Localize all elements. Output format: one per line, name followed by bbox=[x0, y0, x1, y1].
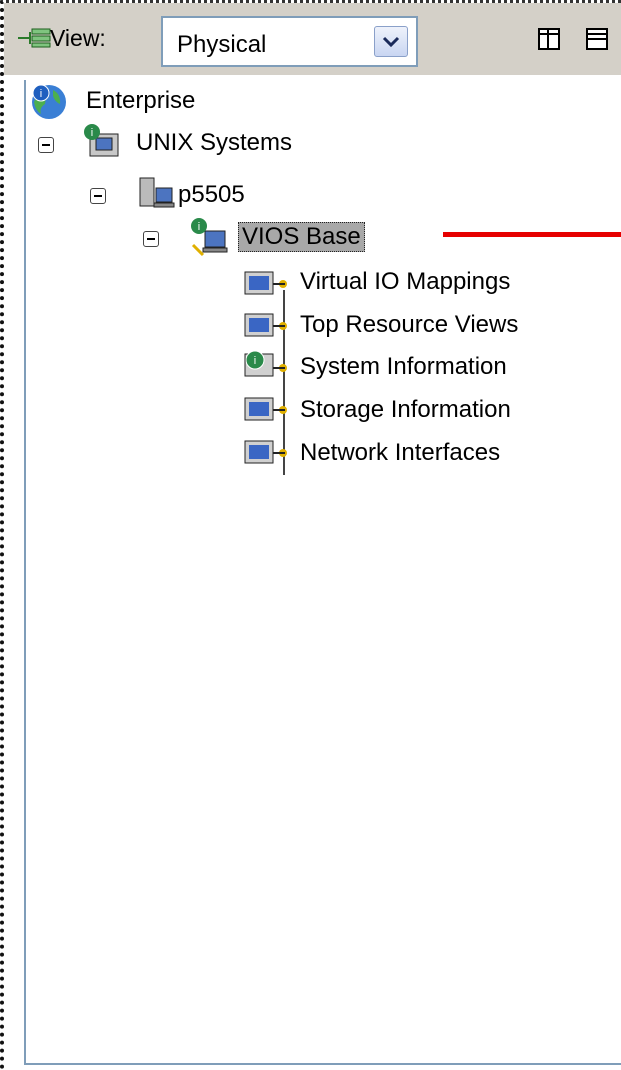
mapping-view-icon bbox=[244, 271, 287, 295]
view-select-value: Physical bbox=[177, 31, 267, 58]
tree-node-label: Enterprise bbox=[86, 87, 196, 114]
dropdown-button[interactable] bbox=[374, 26, 408, 57]
collapse-toggle-vios[interactable] bbox=[143, 231, 159, 247]
split-horizontal-button[interactable] bbox=[586, 28, 608, 50]
tree-node-label: UNIX Systems bbox=[136, 129, 293, 156]
chevron-down-icon bbox=[382, 36, 400, 48]
tree-node-label: Virtual IO Mappings bbox=[300, 268, 511, 295]
tree-node-vios-base[interactable]: VIOS Base bbox=[238, 218, 365, 256]
collapse-toggle-unix[interactable] bbox=[38, 137, 54, 153]
view-label: View: bbox=[50, 25, 106, 51]
tree-node-enterprise[interactable]: Enterprise bbox=[86, 82, 195, 120]
tree-node-label: Storage Information bbox=[300, 396, 511, 423]
annotation-arrow-line bbox=[443, 232, 621, 237]
svg-text:i: i bbox=[198, 221, 200, 233]
resource-view-icon bbox=[244, 313, 287, 337]
tree-node-label: System Information bbox=[300, 353, 507, 380]
enterprise-globe-icon: i bbox=[32, 84, 66, 119]
split-vertical-button[interactable] bbox=[538, 28, 560, 50]
tree-node-unix-systems[interactable]: UNIX Systems bbox=[136, 124, 292, 162]
toolbar: View: Physical bbox=[4, 3, 621, 75]
system-info-icon: i bbox=[244, 350, 287, 377]
svg-text:i: i bbox=[40, 88, 42, 100]
tree-node-virtual-io-mappings[interactable]: Virtual IO Mappings bbox=[300, 263, 510, 301]
svg-text:i: i bbox=[254, 355, 256, 367]
view-select[interactable]: Physical bbox=[161, 16, 418, 67]
tree-node-network-interfaces[interactable]: Network Interfaces bbox=[300, 434, 500, 472]
vios-server-icon: i bbox=[191, 218, 228, 257]
network-view-icon bbox=[18, 28, 51, 48]
collapse-toggle-host[interactable] bbox=[90, 188, 106, 204]
storage-info-icon bbox=[244, 397, 287, 421]
tree-node-storage-information[interactable]: Storage Information bbox=[300, 391, 511, 429]
tree-node-system-information[interactable]: System Information bbox=[300, 348, 507, 386]
tree-node-label: p5505 bbox=[178, 181, 245, 208]
server-icon bbox=[139, 177, 175, 208]
tree-node-label-selected: VIOS Base bbox=[238, 222, 365, 252]
network-interfaces-icon bbox=[244, 440, 287, 464]
unix-systems-icon: i bbox=[84, 124, 119, 157]
tree-node-label: Network Interfaces bbox=[300, 439, 501, 466]
tree-node-top-resource-views[interactable]: Top Resource Views bbox=[300, 306, 518, 344]
tree-node-p5505[interactable]: p5505 bbox=[178, 176, 245, 214]
svg-text:i: i bbox=[91, 127, 93, 139]
tree-node-label: Top Resource Views bbox=[300, 311, 519, 338]
